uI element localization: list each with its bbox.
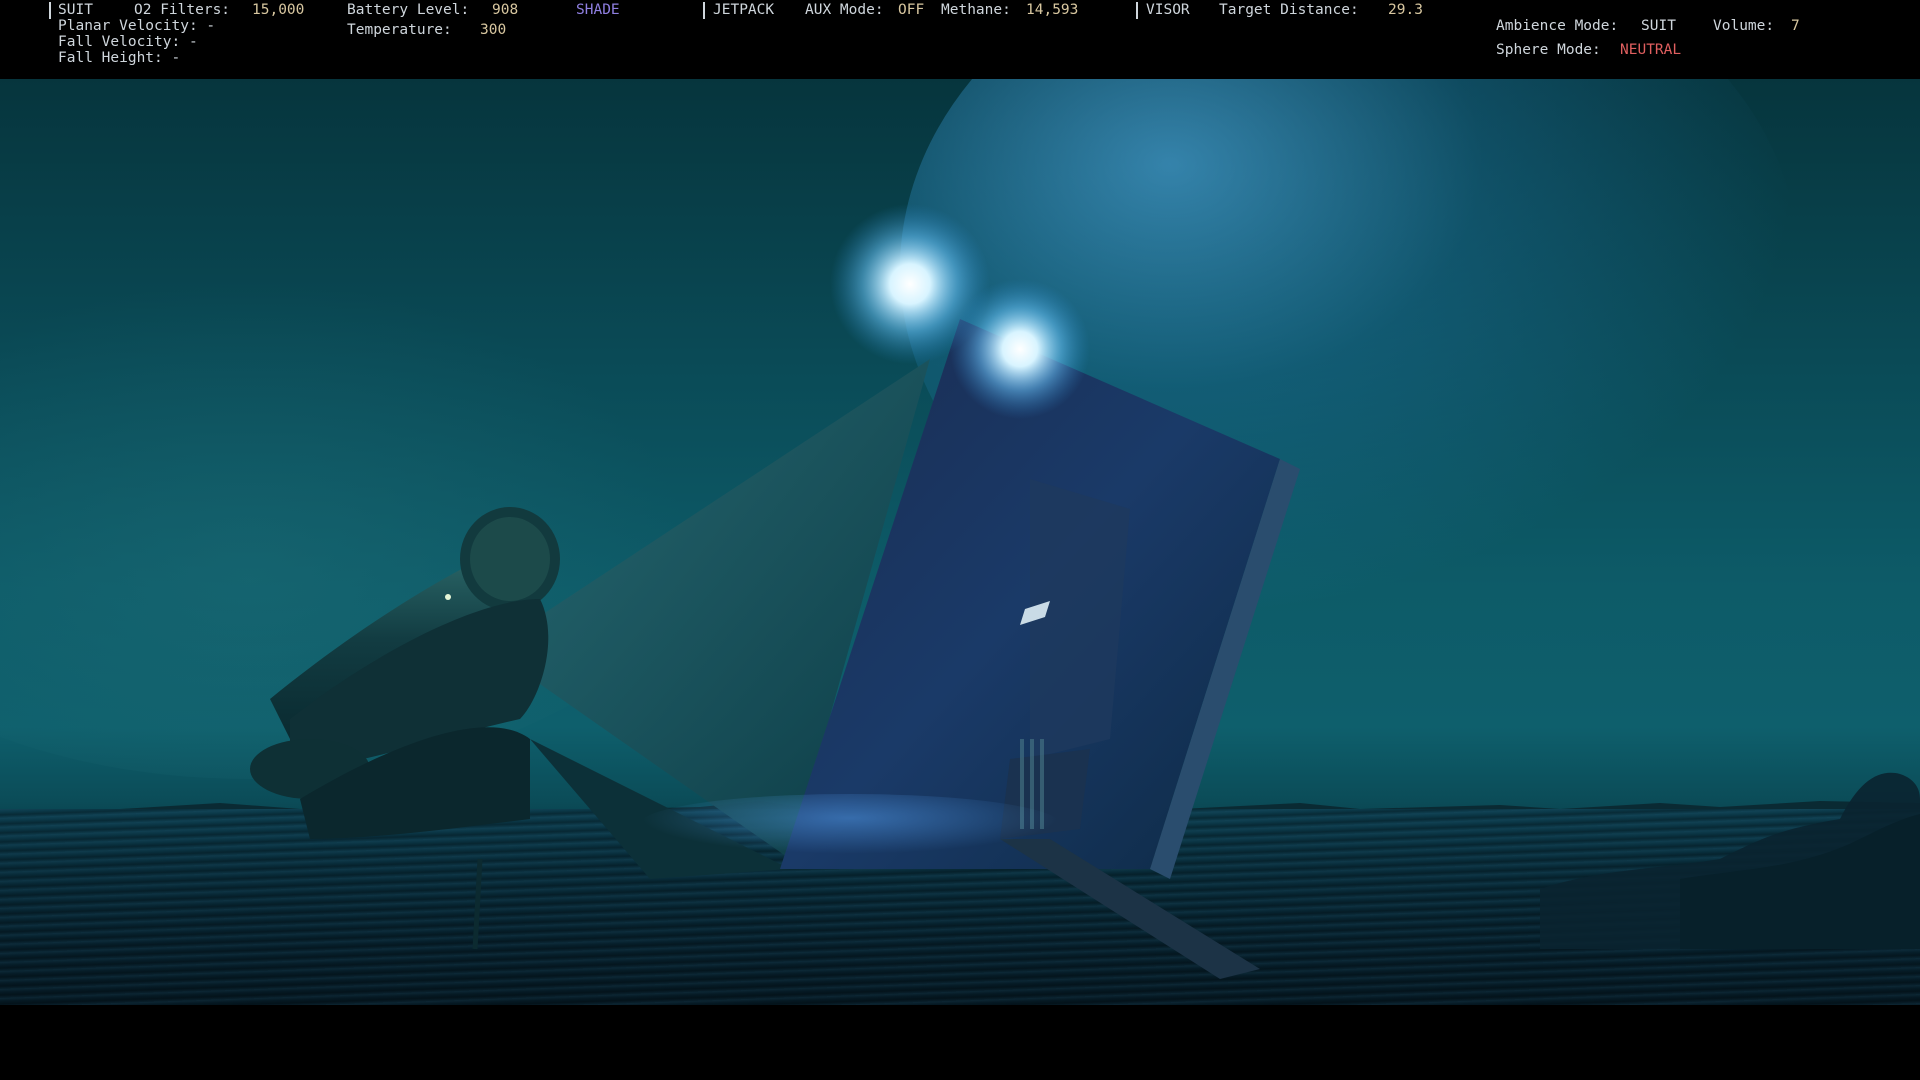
shoreline-rocks xyxy=(1540,772,1920,949)
aux-mode-label: AUX Mode: xyxy=(805,2,884,18)
ambience-mode-label: Ambience Mode: xyxy=(1496,18,1619,34)
methane-label: Methane: xyxy=(941,2,1011,18)
alien-structure xyxy=(250,204,1300,979)
fall-velocity: Fall Velocity: - xyxy=(58,34,198,50)
ambience-mode-value: SUIT xyxy=(1641,18,1676,34)
visor-label: VISOR xyxy=(1146,2,1190,18)
temperature-value: 300 xyxy=(480,22,507,38)
hud-separator xyxy=(49,2,51,19)
game-viewport[interactable] xyxy=(0,79,1920,1005)
o2-filters-value: 15,000 xyxy=(252,2,305,18)
planar-velocity: Planar Velocity: - xyxy=(58,18,216,34)
battery-label: Battery Level: xyxy=(347,2,470,18)
volume-label: Volume: xyxy=(1713,18,1775,34)
jetpack-label: JETPACK xyxy=(713,2,775,18)
shade-indicator: SHADE xyxy=(576,2,620,18)
aux-mode-value: OFF xyxy=(898,2,925,18)
suit-label: SUIT xyxy=(58,2,93,18)
fall-height: Fall Height: - xyxy=(58,50,181,66)
hud-separator xyxy=(703,2,705,19)
letterbox-bar xyxy=(0,1005,1920,1080)
hud-separator xyxy=(1136,2,1138,19)
temperature-label: Temperature: xyxy=(347,22,452,38)
target-distance-value: 29.3 xyxy=(1388,2,1423,18)
sphere-mode-label: Sphere Mode: xyxy=(1496,42,1601,58)
sphere-mode-value: NEUTRAL xyxy=(1620,42,1682,58)
volume-value: 7 xyxy=(1791,18,1800,34)
methane-value: 14,593 xyxy=(1026,2,1079,18)
hud-bar: SUIT O2 Filters: 15,000 Planar Velocity:… xyxy=(0,0,1920,79)
o2-filters-label: O2 Filters: xyxy=(134,2,231,18)
water-reflection xyxy=(640,794,1060,854)
battery-value: 908 xyxy=(492,2,519,18)
target-distance-label: Target Distance: xyxy=(1219,2,1359,18)
